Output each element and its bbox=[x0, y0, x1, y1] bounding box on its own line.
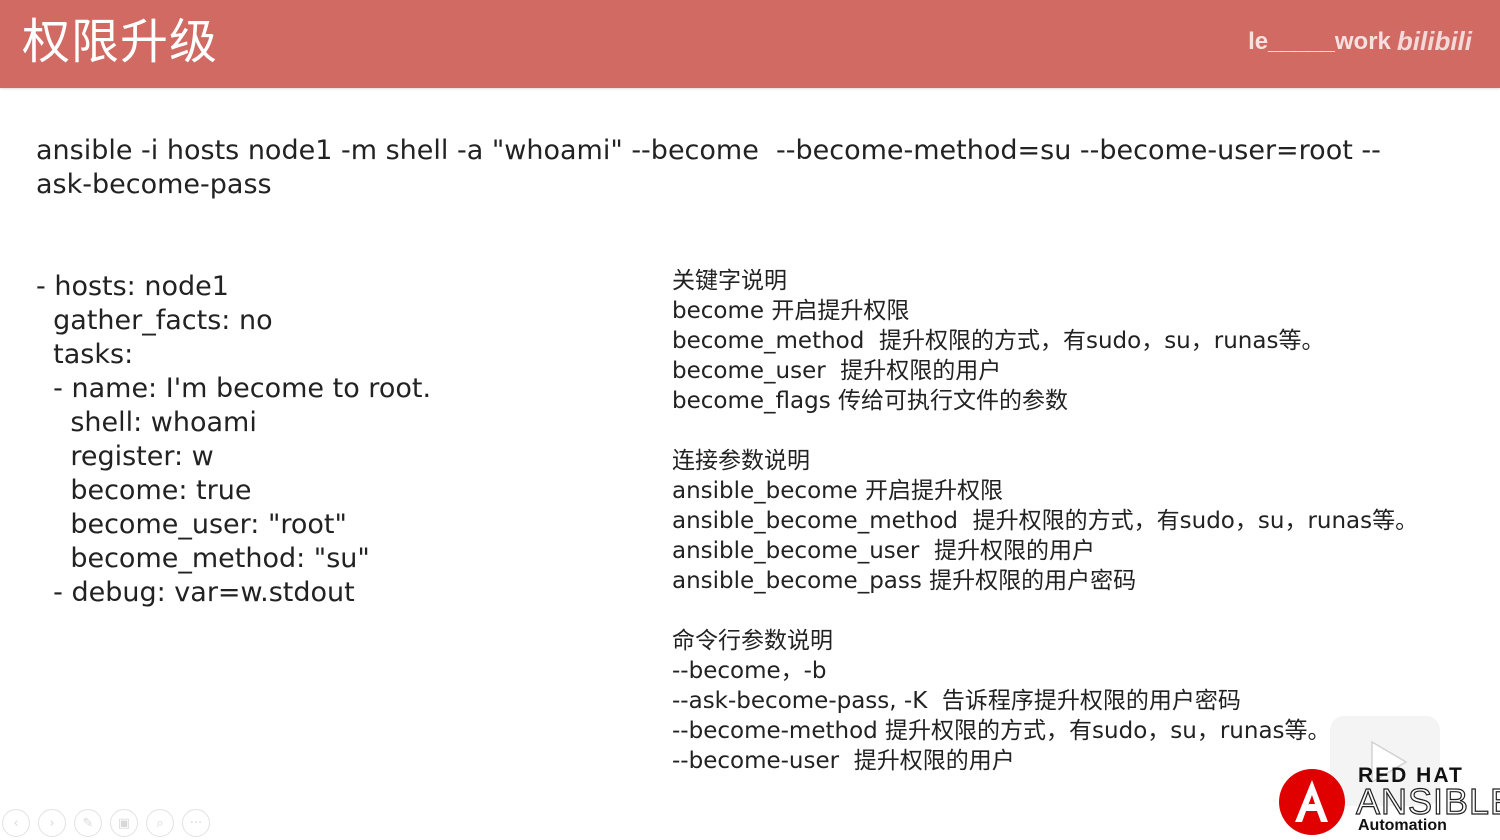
prev-icon[interactable]: ‹ bbox=[2, 809, 30, 837]
watermark: le_____work bilibili bbox=[1248, 26, 1472, 57]
bilibili-logo: bilibili bbox=[1396, 26, 1472, 56]
explanation-section: 关键字说明 become 开启提升权限 become_method 提升权限的方式，… bbox=[672, 266, 1472, 416]
playbook-line: shell: whoami bbox=[36, 407, 257, 438]
ansible-a-icon bbox=[1279, 769, 1345, 835]
explanation-line: ansible_become_pass 提升权限的用户密码 bbox=[672, 568, 1137, 594]
playbook-line: become: true bbox=[36, 475, 252, 506]
playbook-line: - debug: var=w.stdout bbox=[36, 577, 355, 608]
explanation-line: become_method 提升权限的方式，有sudo，su，runas等。 bbox=[672, 328, 1325, 354]
explanation-line: --ask-become-pass, -K 告诉程序提升权限的用户密码 bbox=[672, 688, 1241, 714]
automation-text: Automation bbox=[1358, 817, 1447, 834]
explanation-line: ansible_become_user 提升权限的用户 bbox=[672, 538, 1095, 564]
explanation-line: become 开启提升权限 bbox=[672, 298, 910, 324]
next-icon[interactable]: › bbox=[38, 809, 66, 837]
more-icon[interactable]: ··· bbox=[182, 809, 210, 837]
playbook-example: - hosts: node1 gather_facts: no tasks: -… bbox=[36, 270, 596, 610]
section-heading: 命令行参数说明 bbox=[672, 628, 833, 654]
redhat-ansible-logo: RED HAT ANSIBLE Automation bbox=[1276, 764, 1500, 840]
playbook-line: register: w bbox=[36, 441, 214, 472]
section-heading: 关键字说明 bbox=[672, 268, 787, 294]
section-heading: 连接参数说明 bbox=[672, 448, 810, 474]
command-line-example: ansible -i hosts node1 -m shell -a "whoa… bbox=[36, 135, 1381, 200]
ansible-text: ANSIBLE bbox=[1355, 781, 1500, 822]
slide-header: 权限升级 le_____work bilibili bbox=[0, 0, 1500, 88]
playbook-line: become_user: "root" bbox=[36, 509, 347, 540]
zoom-icon[interactable]: ⌕ bbox=[146, 809, 174, 837]
playbook-line: - name: I'm become to root. bbox=[36, 373, 432, 404]
explanation-line: ansible_become 开启提升权限 bbox=[672, 478, 1004, 504]
playbook-line: tasks: bbox=[36, 339, 134, 370]
pen-icon[interactable]: ✎ bbox=[74, 809, 102, 837]
presentation-toolbar: ‹ › ✎ ▣ ⌕ ··· bbox=[0, 806, 242, 840]
playbook-line: become_method: "su" bbox=[36, 543, 370, 574]
slides-icon[interactable]: ▣ bbox=[110, 809, 138, 837]
explanation-line: become_flags 传给可执行文件的参数 bbox=[672, 388, 1068, 414]
playbook-line: gather_facts: no bbox=[36, 305, 273, 336]
explanation-line: become_user 提升权限的用户 bbox=[672, 358, 1002, 384]
explanation-line: ansible_become_method 提升权限的方式，有sudo，su，r… bbox=[672, 508, 1419, 534]
explanation-section: 连接参数说明 ansible_become 开启提升权限 ansible_becom… bbox=[672, 446, 1472, 596]
explanation-line: --become，-b bbox=[672, 658, 827, 684]
slide-title: 权限升级 bbox=[22, 14, 219, 70]
watermark-text: le_____work bbox=[1248, 27, 1391, 55]
playbook-line: - hosts: node1 bbox=[36, 271, 229, 302]
